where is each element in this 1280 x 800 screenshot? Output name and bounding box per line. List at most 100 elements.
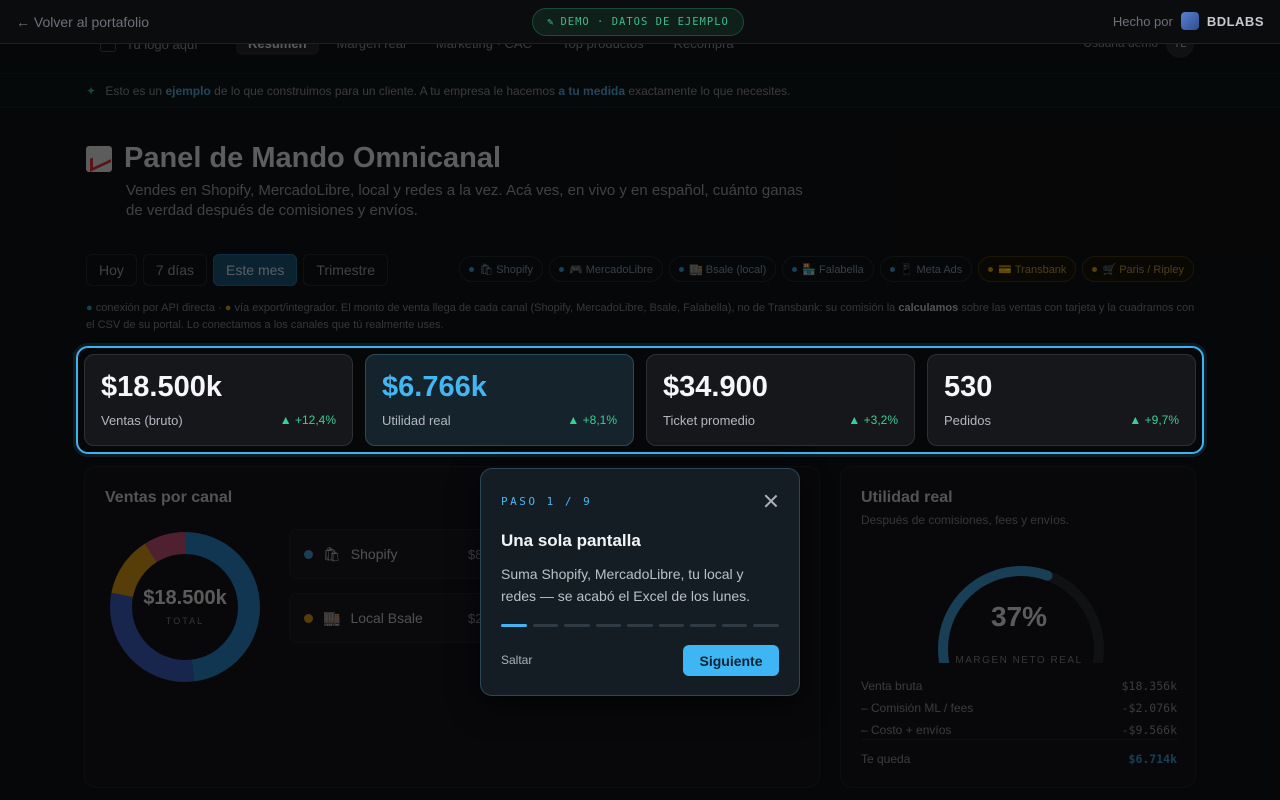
- kpi-delta: ▲ +12,4%: [279, 413, 336, 427]
- divider: [861, 739, 1177, 740]
- chip-label: 🏬 Bsale (local): [689, 263, 767, 276]
- back-to-portfolio-link[interactable]: ← Volver al portafolio: [16, 14, 149, 30]
- total-label: Te queda: [861, 752, 911, 766]
- tour-progress-segment: [690, 624, 716, 627]
- tour-progress-segment: [564, 624, 590, 627]
- channel-name: Shopify: [350, 546, 398, 562]
- panel-title: Utilidad real: [861, 489, 953, 506]
- legend-part-2: vía export/integrador. El monto de venta…: [234, 302, 896, 314]
- notice-text-2: de lo que construimos para un cliente. A…: [214, 84, 556, 98]
- kpi-card-ticket: $34.900 Ticket promedio ▲ +3,2%: [646, 354, 915, 446]
- brand-name: BDLABS: [1206, 13, 1264, 29]
- chip-label: 📱 Meta Ads: [899, 263, 963, 276]
- legend-bold: calculamos: [898, 302, 959, 314]
- margin-label: MARGEN NETO REAL: [955, 655, 1083, 666]
- next-button[interactable]: Siguiente: [683, 645, 779, 676]
- breakdown-total: Te queda $6.714k: [861, 752, 1177, 766]
- kpi-label: Ticket promedio: [663, 413, 755, 428]
- page-title: Panel de Mando Omnicanal: [124, 142, 502, 174]
- demo-badge: ✎ DEMO · DATOS DE EJEMPLO: [532, 8, 744, 36]
- breakdown-value: -$2.076k: [1121, 701, 1177, 715]
- tour-popover: PASO 1 / 9 Una sola pantalla Suma Shopif…: [480, 468, 800, 696]
- made-by-prefix: Hecho por: [1112, 13, 1173, 29]
- margin-percent: 37%: [990, 601, 1048, 632]
- panel-subtitle: Después de comisiones, fees y envíos.: [861, 513, 1070, 527]
- kpi-delta: ▲ +9,7%: [1129, 413, 1179, 427]
- tour-body: Suma Shopify, MercadoLibre, tu local y r…: [501, 566, 751, 604]
- tour-progress-segment: [753, 624, 779, 627]
- tour-title: Una sola pantalla: [501, 531, 641, 550]
- kpi-label: Pedidos: [944, 413, 991, 428]
- chip-bsale[interactable]: 🏬 Bsale (local): [669, 256, 777, 282]
- breakdown-row: – Costo + envíos -$9.566k: [861, 723, 1177, 737]
- kpi-value: $34.900: [663, 371, 768, 403]
- tour-progress-segment: [595, 624, 621, 627]
- export-dot-icon: ●: [224, 302, 232, 314]
- notice-text-1: Esto es un: [105, 84, 163, 98]
- channel-chips: 🛍 Shopify 🎮 MercadoLibre 🏬 Bsale (local)…: [459, 256, 1194, 282]
- page-subtitle: Vendes en Shopify, MercadoLibre, local y…: [126, 182, 803, 219]
- chip-meta-ads[interactable]: 📱 Meta Ads: [879, 256, 973, 282]
- tour-progress-segment: [721, 624, 747, 627]
- tour-progress: [501, 624, 779, 627]
- breakdown-row: Venta bruta $18.356k: [861, 679, 1177, 693]
- kpi-card-utilidad: $6.766k Utilidad real ▲ +8,1%: [365, 354, 634, 446]
- demo-topbar: ← Volver al portafolio ✎ DEMO · DATOS DE…: [0, 0, 1280, 44]
- period-7-dias[interactable]: 7 días: [142, 254, 208, 286]
- channel-name: Local Bsale: [350, 610, 423, 626]
- donut-center: $18.500k TOTAL: [105, 587, 265, 626]
- tour-progress-segment: [532, 624, 558, 627]
- tour-step-indicator: PASO 1 / 9: [501, 495, 593, 508]
- close-icon[interactable]: [763, 493, 779, 509]
- made-by[interactable]: Hecho por BDLABS: [1113, 12, 1264, 30]
- breakdown-value: $18.356k: [1121, 679, 1177, 693]
- notice-highlight-1: ejemplo: [165, 84, 211, 98]
- skip-button[interactable]: Saltar: [501, 653, 532, 667]
- breakdown-label: – Comisión ML / fees: [861, 701, 974, 715]
- channel-color-dot: [304, 549, 313, 559]
- period-trimestre[interactable]: Trimestre: [303, 254, 388, 286]
- kpi-label: Utilidad real: [382, 413, 451, 428]
- tour-progress-segment: [501, 624, 527, 627]
- chip-label: 🎮 MercadoLibre: [568, 263, 653, 276]
- api-dot-icon: [889, 266, 895, 272]
- kpi-delta: ▲ +3,2%: [848, 413, 898, 427]
- chip-mercadolibre[interactable]: 🎮 MercadoLibre: [548, 256, 663, 282]
- pencil-icon: ✎: [547, 16, 555, 28]
- total-value: $6.714k: [1128, 752, 1177, 766]
- chip-label: 🛒 Paris / Ripley: [1102, 263, 1184, 276]
- api-dot-icon: [469, 266, 475, 272]
- chip-paris-ripley[interactable]: 🛒 Paris / Ripley: [1082, 256, 1194, 282]
- donut-total-value: $18.500k: [143, 587, 227, 609]
- panel-title: Ventas por canal: [105, 489, 233, 506]
- period-selector: Hoy 7 días Este mes Trimestre: [86, 254, 388, 286]
- demo-notice: ✦ Esto es un ejemplo de lo que construim…: [0, 74, 1280, 108]
- channel-color-dot: [304, 613, 313, 623]
- donut-total-label: TOTAL: [165, 616, 205, 626]
- export-dot-icon: [1092, 266, 1098, 272]
- chip-label: 🛍 Shopify: [479, 263, 533, 276]
- kpi-value: $18.500k: [101, 371, 222, 403]
- kpi-card-pedidos: 530 Pedidos ▲ +9,7%: [927, 354, 1196, 446]
- legend-part-1: conexión por API directa ·: [95, 302, 222, 314]
- shopping-bags-icon: 🛍: [323, 545, 341, 562]
- kpi-value: 530: [944, 371, 993, 403]
- api-dot-icon: [558, 266, 564, 272]
- tour-progress-segment: [658, 624, 684, 627]
- period-este-mes[interactable]: Este mes: [213, 254, 298, 286]
- api-dot-icon: [679, 266, 684, 272]
- breakdown-label: Venta bruta: [861, 679, 923, 693]
- sparkle-icon: ✦: [86, 84, 97, 98]
- period-hoy[interactable]: Hoy: [86, 254, 137, 286]
- connection-legend: ● conexión por API directa · ● vía expor…: [86, 300, 1196, 334]
- kpi-delta: ▲ +8,1%: [567, 413, 617, 427]
- kpi-card-ventas: $18.500k Ventas (bruto) ▲ +12,4%: [84, 354, 353, 446]
- chip-label: 🏪 Falabella: [802, 263, 864, 276]
- kpi-label: Ventas (bruto): [101, 413, 183, 428]
- chip-falabella[interactable]: 🏪 Falabella: [782, 256, 874, 282]
- chip-shopify[interactable]: 🛍 Shopify: [459, 256, 543, 282]
- breakdown-value: -$9.566k: [1121, 723, 1177, 737]
- chart-increasing-icon: [86, 145, 112, 172]
- chip-transbank[interactable]: 💳 Transbank: [978, 256, 1077, 282]
- export-dot-icon: [988, 266, 994, 272]
